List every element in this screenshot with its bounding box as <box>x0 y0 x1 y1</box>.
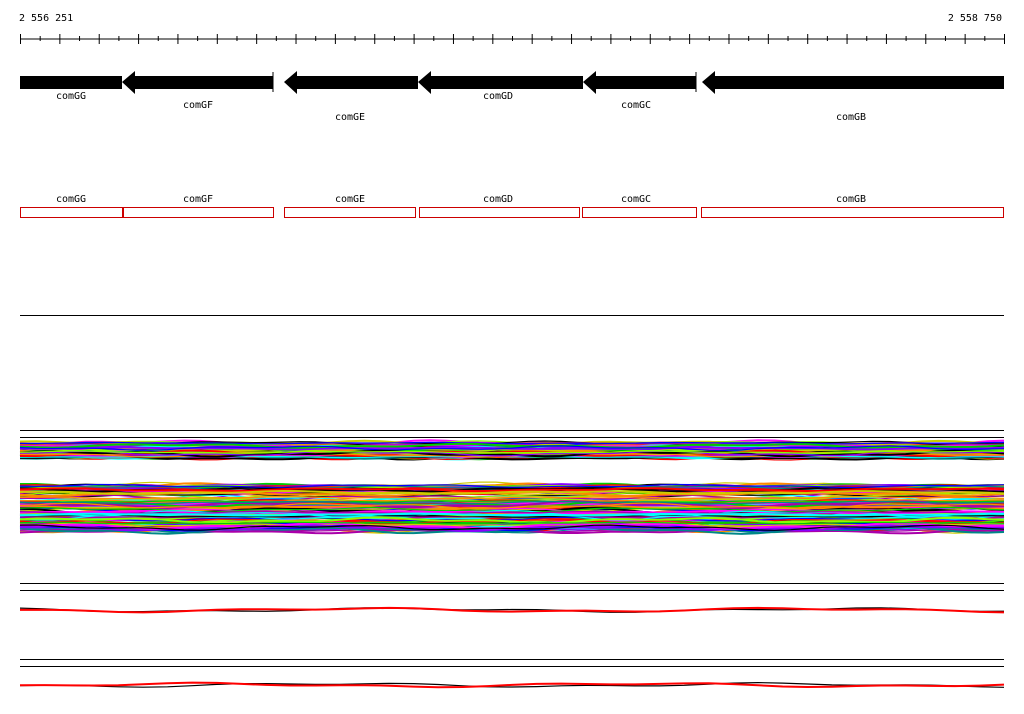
expression-profiles-main <box>19 481 1005 535</box>
signal-track-2 <box>19 681 1005 689</box>
genome-browser-canvas <box>19 34 1005 689</box>
coordinate-ruler <box>20 34 1005 44</box>
annotation-box-comGE[interactable] <box>284 207 416 218</box>
annotation-box-comGG[interactable] <box>20 207 123 218</box>
gene-arrow-comGC[interactable] <box>583 71 696 94</box>
annotation-box-comGB[interactable] <box>701 207 1004 218</box>
signal-track-1 <box>19 606 1005 614</box>
gene-arrow-comGG[interactable] <box>20 76 122 89</box>
gene-arrows-track <box>20 71 1004 94</box>
annotation-box-comGC[interactable] <box>582 207 697 218</box>
expression-profiles-top <box>19 439 1005 461</box>
gene-arrow-comGB[interactable] <box>702 71 1004 94</box>
annotation-box-comGD[interactable] <box>419 207 580 218</box>
annotation-boxes-track <box>20 207 1004 218</box>
gene-arrow-comGD[interactable] <box>418 71 583 94</box>
annotation-box-comGF[interactable] <box>123 207 274 218</box>
gene-arrow-comGF[interactable] <box>122 71 273 94</box>
gene-arrow-comGE[interactable] <box>284 71 418 94</box>
